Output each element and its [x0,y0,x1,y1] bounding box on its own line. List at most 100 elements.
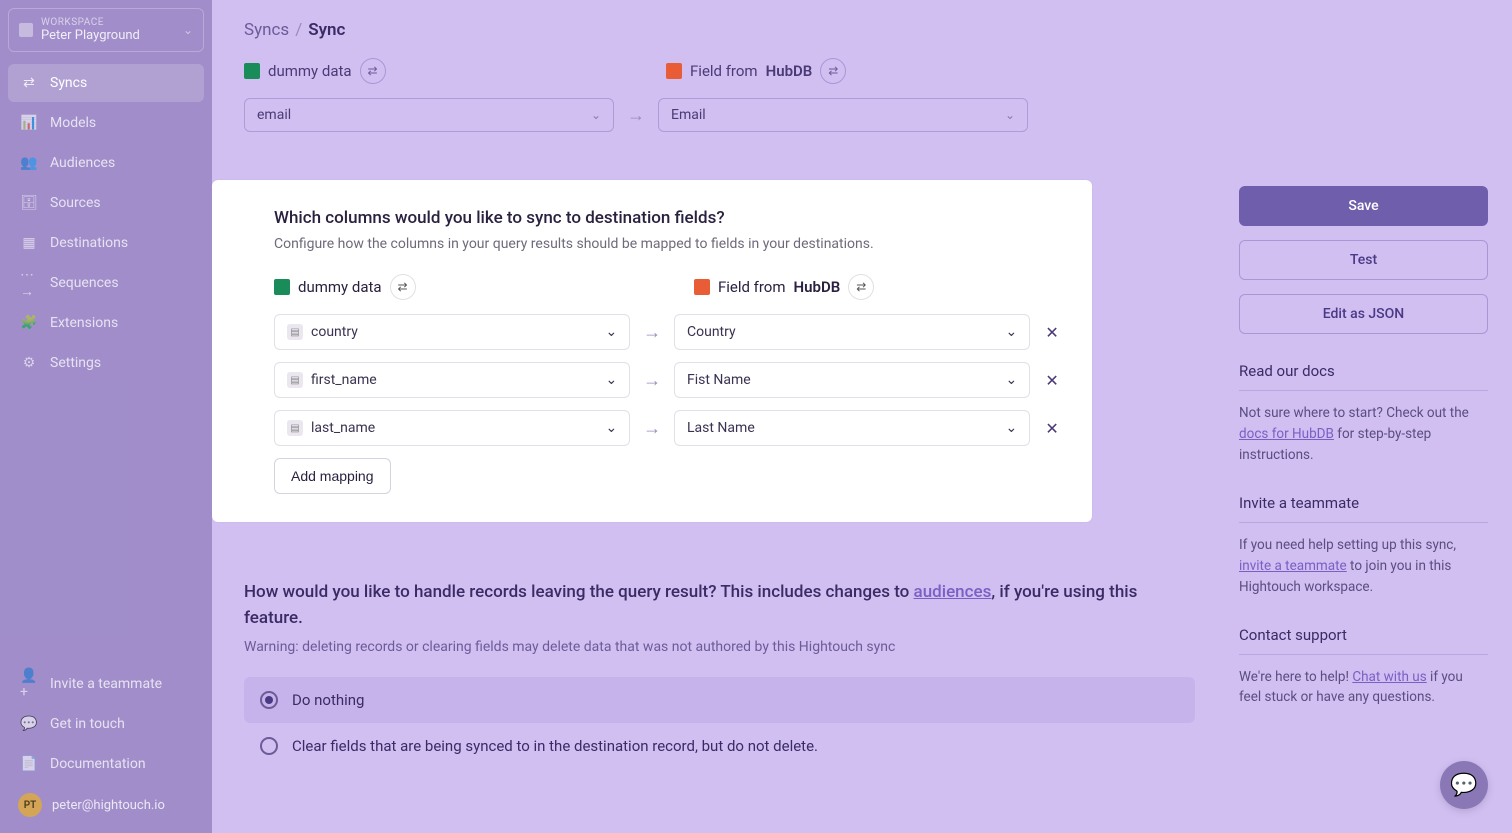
records-section: How would you like to handle records lea… [244,580,1195,769]
nav-icon: ⋯→ [20,274,38,292]
workspace-icon [19,23,33,37]
workspace-label: WORKSPACE [41,17,175,28]
card-source-label: dummy data [298,278,382,296]
mapping-row: ▤country ⌄ → Country ⌄ ✕ [274,314,1062,350]
sidebar-item-get-in-touch[interactable]: 💬Get in touch [8,705,204,743]
sidebar-item-models[interactable]: 📊 Models [8,104,204,142]
nav-icon: 📊 [20,114,38,132]
source-icon [274,279,290,295]
sidebar-item-syncs[interactable]: ⇄ Syncs [8,64,204,102]
docs-link[interactable]: docs for HubDB [1239,426,1334,442]
nav-label: Sources [50,195,101,211]
sidebar: WORKSPACE Peter Playground ⌄ ⇄ Syncs 📊 Mode… [0,0,212,833]
save-button[interactable]: Save [1239,186,1488,226]
breadcrumb: Syncs / Sync [244,20,1195,40]
nav-icon: 🧩 [20,314,38,332]
top-source-label: dummy data [268,62,352,80]
nav-icon: 👤+ [20,675,38,693]
arrow-right-icon: → [642,370,662,391]
top-dest-prefix: Field from [690,62,758,80]
right-panel: Save Test Edit as JSON Read our docs Not… [1227,0,1512,833]
records-question: How would you like to handle records lea… [244,580,1195,631]
top-source-select[interactable]: email ⌄ [244,98,614,132]
edit-json-button[interactable]: Edit as JSON [1239,294,1488,334]
radio-option[interactable]: Do nothing [244,677,1195,723]
audiences-link[interactable]: audiences [914,582,992,602]
swap-icon[interactable]: ⇄ [360,58,386,84]
chat-bubble[interactable]: 💬 [1440,761,1488,809]
mapping-row: ▤last_name ⌄ → Last Name ⌄ ✕ [274,410,1062,446]
nav-label: Sequences [50,275,119,291]
support-block: Contact support We're here to help! Chat… [1239,626,1488,709]
sidebar-item-documentation[interactable]: 📄Documentation [8,745,204,783]
column-icon: ▤ [287,420,303,436]
remove-mapping-button[interactable]: ✕ [1042,371,1062,390]
invite-link[interactable]: invite a teammate [1239,558,1347,574]
avatar: PT [18,793,42,817]
chevron-down-icon: ⌄ [1005,420,1017,436]
column-icon: ▤ [287,324,303,340]
source-column-select[interactable]: ▤last_name ⌄ [274,410,630,446]
chevron-down-icon: ⌄ [1005,372,1017,388]
nav-icon: 💬 [20,715,38,733]
swap-icon[interactable]: ⇄ [820,58,846,84]
destination-icon [694,279,710,295]
radio-icon [260,691,278,709]
destination-icon [666,63,682,79]
chevron-down-icon: ⌄ [183,23,193,37]
docs-block: Read our docs Not sure where to start? C… [1239,362,1488,466]
card-title: Which columns would you like to sync to … [274,208,1062,228]
nav-label: Destinations [50,235,128,251]
source-column-select[interactable]: ▤country ⌄ [274,314,630,350]
top-dest-name: HubDB [766,62,813,80]
nav-label: Settings [50,355,101,371]
chevron-down-icon: ⌄ [605,324,617,340]
workspace-selector[interactable]: WORKSPACE Peter Playground ⌄ [8,8,204,52]
nav-label: Invite a teammate [50,676,162,692]
sidebar-item-invite-a-teammate[interactable]: 👤+ Invite a teammate [8,665,204,703]
invite-block: Invite a teammate If you need help setti… [1239,494,1488,598]
user-row[interactable]: PT peter@hightouch.io [8,785,204,825]
radio-icon [260,737,278,755]
chat-link[interactable]: Chat with us [1352,669,1426,685]
radio-label: Clear fields that are being synced to in… [292,737,818,755]
nav-icon: ▦ [20,234,38,252]
test-button[interactable]: Test [1239,240,1488,280]
dest-field-select[interactable]: Country ⌄ [674,314,1030,350]
sidebar-item-settings[interactable]: ⚙Settings [8,344,204,382]
chevron-down-icon: ⌄ [1005,324,1017,340]
remove-mapping-button[interactable]: ✕ [1042,323,1062,342]
sidebar-item-sources[interactable]: 🗄 Sources [8,184,204,222]
swap-icon[interactable]: ⇄ [848,274,874,300]
sidebar-item-destinations[interactable]: ▦ Destinations [8,224,204,262]
nav-label: Extensions [50,315,118,331]
source-column-select[interactable]: ▤first_name ⌄ [274,362,630,398]
nav-icon: 👥 [20,154,38,172]
chevron-down-icon: ⌄ [1005,108,1015,122]
card-dest-prefix: Field from [718,278,786,296]
user-email: peter@hightouch.io [52,798,165,813]
nav-label: Documentation [50,756,146,772]
swap-icon[interactable]: ⇄ [390,274,416,300]
nav-label: Syncs [50,75,87,91]
nav-icon: 🗄 [20,194,38,212]
arrow-right-icon: → [626,105,646,126]
card-subtitle: Configure how the columns in your query … [274,236,1062,252]
breadcrumb-parent[interactable]: Syncs [244,20,289,40]
card-dest-name: HubDB [794,278,841,296]
nav-icon: ⇄ [20,74,38,92]
sidebar-item-extensions[interactable]: 🧩 Extensions [8,304,204,342]
top-dest-select[interactable]: Email ⌄ [658,98,1028,132]
sidebar-item-sequences[interactable]: ⋯→ Sequences [8,264,204,302]
add-mapping-button[interactable]: Add mapping [274,458,391,494]
remove-mapping-button[interactable]: ✕ [1042,419,1062,438]
radio-option[interactable]: Clear fields that are being synced to in… [244,723,1195,769]
dest-field-select[interactable]: Last Name ⌄ [674,410,1030,446]
chat-icon: 💬 [1450,773,1477,798]
breadcrumb-sep: / [295,20,302,40]
nav-label: Models [50,115,96,131]
dest-field-select[interactable]: Fist Name ⌄ [674,362,1030,398]
sidebar-item-audiences[interactable]: 👥Audiences [8,144,204,182]
chevron-down-icon: ⌄ [605,420,617,436]
chevron-down-icon: ⌄ [591,108,601,122]
